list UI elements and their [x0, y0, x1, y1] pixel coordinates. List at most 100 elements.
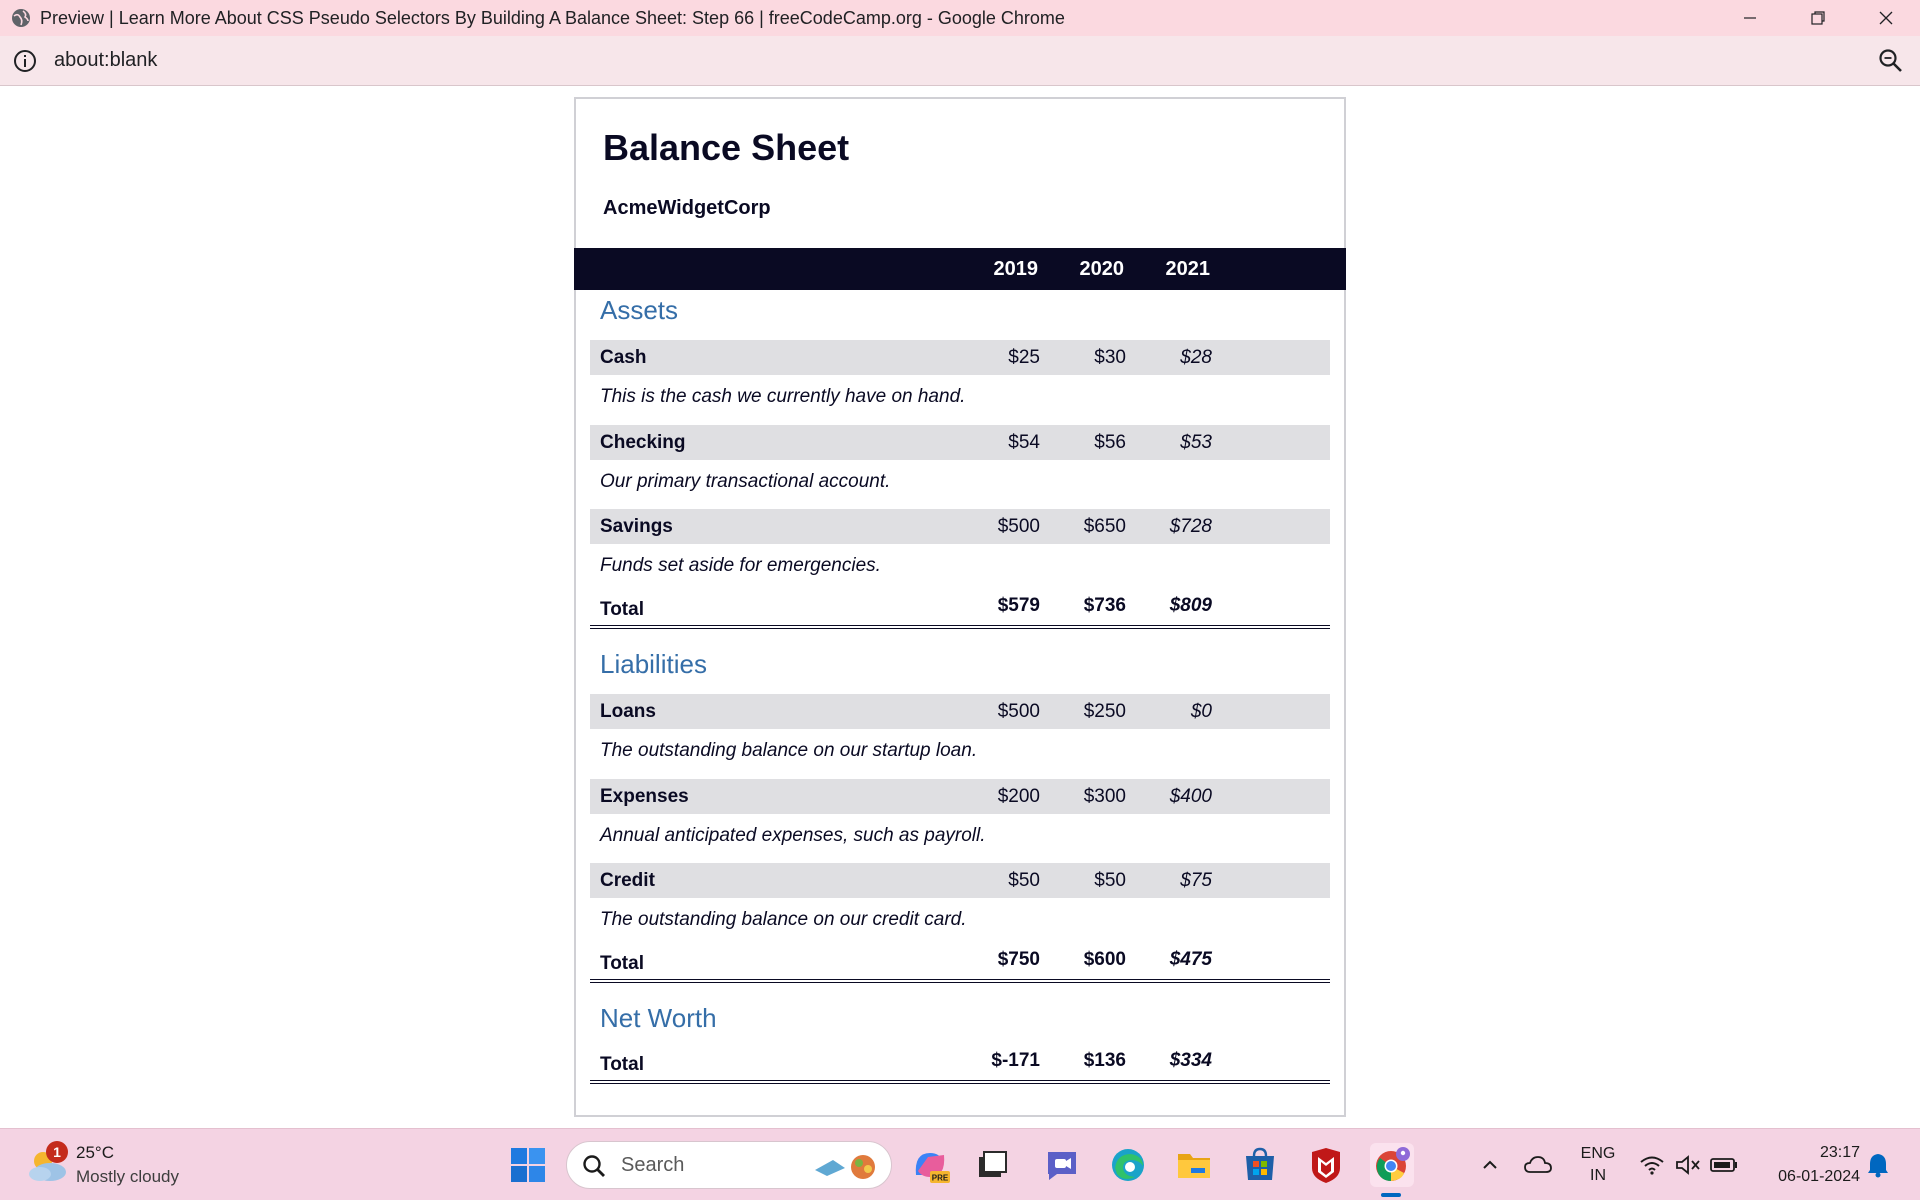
minimize-button[interactable]	[1716, 0, 1784, 36]
chrome-app[interactable]	[1370, 1143, 1414, 1187]
table-row: Credit $50 $50 $75	[590, 863, 1330, 898]
table-header: 2019 2020 2021	[574, 248, 1346, 290]
row-description: Funds set aside for emergencies.	[600, 555, 881, 576]
cell-value: $75	[1180, 870, 1212, 891]
teams-app[interactable]	[1040, 1143, 1084, 1187]
search-placeholder: Search	[621, 1154, 685, 1176]
page-title: Balance Sheet	[603, 127, 850, 168]
task-view-app[interactable]	[970, 1143, 1014, 1187]
language-code: ENG	[1580, 1145, 1616, 1162]
close-icon	[1879, 11, 1893, 25]
total-label: Total	[600, 953, 644, 974]
edge-icon	[1112, 1149, 1144, 1181]
start-button[interactable]	[506, 1143, 550, 1187]
cell-value: $728	[1169, 516, 1212, 537]
weather-condition: Mostly cloudy	[76, 1167, 179, 1186]
table-row: Cash $25 $30 $28	[590, 340, 1330, 375]
show-hidden-icons-button[interactable]	[1468, 1143, 1512, 1187]
total-value: $600	[1083, 949, 1126, 970]
notifications-button[interactable]	[1856, 1143, 1900, 1187]
windows-icon	[511, 1148, 545, 1182]
region-code: IN	[1590, 1167, 1606, 1184]
total-value: $334	[1169, 1050, 1212, 1071]
battery-button[interactable]	[1702, 1143, 1746, 1187]
weather-widget[interactable]: 1 25°C Mostly cloudy	[26, 1141, 226, 1191]
company-name: AcmeWidgetCorp	[603, 197, 771, 219]
total-value: $136	[1083, 1050, 1126, 1071]
active-app-indicator	[1381, 1193, 1401, 1197]
year-header: 2021	[1165, 258, 1211, 280]
total-value: $475	[1169, 949, 1212, 970]
volume-muted-icon	[1676, 1155, 1700, 1175]
window-controls	[1716, 0, 1920, 36]
search-icon	[583, 1155, 605, 1177]
table-row: Savings $500 $650 $728	[590, 509, 1330, 544]
restore-icon	[1811, 11, 1825, 25]
cell-value: $250	[1083, 701, 1126, 722]
table-row: Checking $54 $56 $53	[590, 425, 1330, 460]
system-clock[interactable]: 23:17 06-01-2024	[1750, 1141, 1860, 1189]
cell-value: $400	[1169, 786, 1212, 807]
search-highlight-icon	[815, 1155, 875, 1179]
folder-icon	[1178, 1154, 1210, 1178]
row-label: Savings	[600, 516, 673, 537]
close-button[interactable]	[1852, 0, 1920, 36]
restore-button[interactable]	[1784, 0, 1852, 36]
table-row: Loans $500 $250 $0	[590, 694, 1330, 729]
mcafee-app[interactable]	[1304, 1143, 1348, 1187]
window-title: Preview | Learn More About CSS Pseudo Se…	[40, 7, 1065, 28]
total-row: Total $579 $736 $809	[590, 589, 1330, 629]
total-value: $750	[997, 949, 1040, 970]
total-value: $736	[1083, 595, 1126, 616]
chevron-up-icon	[1483, 1160, 1497, 1169]
store-app[interactable]	[1238, 1143, 1282, 1187]
total-value: $-171	[991, 1050, 1040, 1071]
window-titlebar: Preview | Learn More About CSS Pseudo Se…	[0, 0, 1920, 36]
language-indicator[interactable]: ENG IN	[1578, 1143, 1618, 1187]
cell-value: $500	[997, 516, 1040, 537]
clock-time: 23:17	[1819, 1144, 1860, 1161]
copilot-app[interactable]: PRE	[908, 1143, 952, 1187]
total-row: Total $-171 $136 $334	[590, 1044, 1330, 1084]
total-row: Total $750 $600 $475	[590, 943, 1330, 983]
row-description: The outstanding balance on our credit ca…	[600, 909, 967, 930]
zoom-icon[interactable]	[1878, 48, 1904, 74]
section-title-liabilities: Liabilities	[600, 649, 707, 679]
cell-value: $56	[1094, 432, 1126, 453]
cell-value: $30	[1094, 347, 1126, 368]
year-header: 2020	[1079, 258, 1125, 280]
page-viewport: Balance Sheet AcmeWidgetCorp 2019 2020 2…	[0, 86, 1920, 1128]
cell-value: $300	[1083, 786, 1126, 807]
balance-sheet: Balance Sheet AcmeWidgetCorp 2019 2020 2…	[574, 97, 1346, 1117]
table-row: Expenses $200 $300 $400	[590, 779, 1330, 814]
wifi-icon	[1640, 1156, 1664, 1175]
taskbar-search[interactable]: Search	[566, 1141, 892, 1189]
total-value: $809	[1169, 595, 1212, 616]
taskbar: 1 25°C Mostly cloudy Search PRE ENG IN 2…	[0, 1128, 1920, 1200]
globe-icon	[12, 9, 30, 27]
bell-icon	[1868, 1154, 1888, 1178]
file-explorer-app[interactable]	[1172, 1143, 1216, 1187]
svg-text:PRE: PRE	[932, 1174, 949, 1183]
onedrive-button[interactable]	[1516, 1143, 1560, 1187]
year-header: 2019	[993, 258, 1039, 280]
row-label: Cash	[600, 347, 647, 368]
row-label: Credit	[600, 870, 655, 891]
row-description: Our primary transactional account.	[600, 471, 891, 492]
row-label: Loans	[600, 701, 656, 722]
cell-value: $0	[1190, 701, 1212, 722]
info-icon[interactable]	[12, 48, 38, 74]
total-label: Total	[600, 1054, 644, 1075]
row-label: Checking	[600, 432, 686, 453]
edge-app[interactable]	[1106, 1143, 1150, 1187]
cell-value: $28	[1180, 347, 1212, 368]
clock-date: 06-01-2024	[1778, 1168, 1860, 1185]
row-description: The outstanding balance on our startup l…	[600, 740, 978, 761]
battery-icon	[1710, 1158, 1737, 1172]
url-field[interactable]: about:blank	[54, 49, 157, 72]
weather-temperature: 25°C	[76, 1143, 114, 1162]
cell-value: $50	[1008, 870, 1040, 891]
cell-value: $500	[997, 701, 1040, 722]
cell-value: $25	[1008, 347, 1040, 368]
total-label: Total	[600, 599, 644, 620]
